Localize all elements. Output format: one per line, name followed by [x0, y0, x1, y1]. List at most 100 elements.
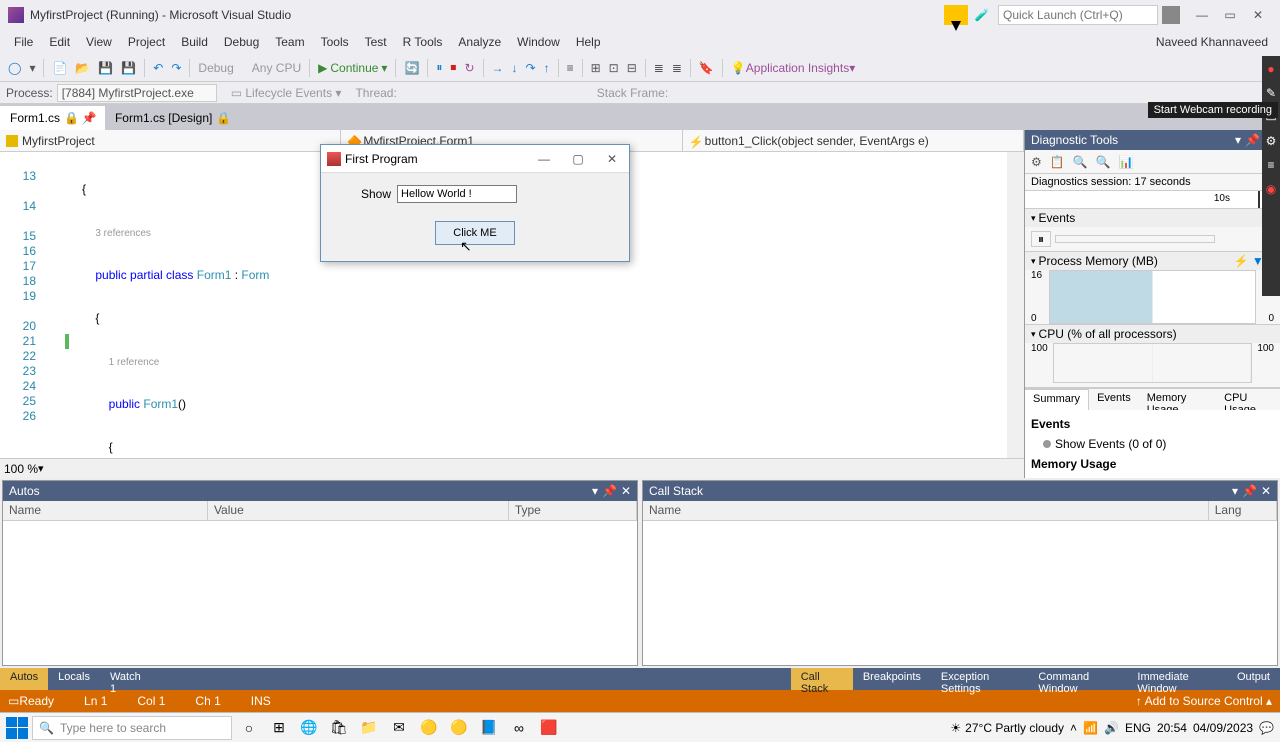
- tray-date[interactable]: 04/09/2023: [1193, 721, 1253, 735]
- diag-tab-cpu[interactable]: CPU Usage: [1216, 389, 1280, 410]
- stop-button[interactable]: ⏹: [446, 60, 460, 75]
- diag-dropdown-icon[interactable]: ▾: [1235, 133, 1241, 147]
- tray-network-icon[interactable]: 📶: [1083, 721, 1098, 735]
- autos-col-name[interactable]: Name: [3, 501, 208, 520]
- save-button[interactable]: 💾: [94, 61, 117, 75]
- bookmark-button[interactable]: 🔖: [695, 61, 718, 75]
- cpu-chart[interactable]: 100100: [1031, 343, 1274, 383]
- menu-project[interactable]: Project: [120, 35, 173, 49]
- diag-tab-summary[interactable]: Summary: [1025, 389, 1089, 410]
- vs-taskbar-icon[interactable]: ∞: [506, 716, 532, 740]
- txtname-input[interactable]: [397, 185, 517, 203]
- nav-fwd-button[interactable]: ▾: [25, 61, 39, 75]
- notification-flag-icon[interactable]: [944, 5, 968, 25]
- menu-test[interactable]: Test: [357, 35, 395, 49]
- config-dropdown[interactable]: Debug: [194, 61, 237, 75]
- tab-form1-design[interactable]: Form1.cs [Design] 🔒: [105, 106, 241, 130]
- dialog-maximize-button[interactable]: ▢: [567, 152, 589, 166]
- sidebar-icon-4[interactable]: ≡: [1264, 158, 1278, 172]
- save-all-button[interactable]: 💾: [117, 61, 140, 75]
- menu-analyze[interactable]: Analyze: [450, 35, 509, 49]
- first-program-dialog[interactable]: First Program — ▢ ✕ Show Click ME: [320, 144, 630, 262]
- autos-pin-icon[interactable]: 📌: [602, 484, 617, 498]
- app-icon[interactable]: 📘: [476, 716, 502, 740]
- step-over-button[interactable]: ↷: [522, 61, 540, 75]
- redo-button[interactable]: ↷: [167, 61, 185, 75]
- menu-debug[interactable]: Debug: [216, 35, 267, 49]
- browser-link-button[interactable]: 🔄: [400, 61, 423, 75]
- menu-view[interactable]: View: [78, 35, 120, 49]
- autos-dropdown-icon[interactable]: ▾: [592, 484, 598, 498]
- tab-callstack[interactable]: Call Stack: [791, 668, 853, 690]
- pin-icon[interactable]: 📌: [83, 112, 95, 124]
- tab-output[interactable]: Output: [1227, 668, 1280, 690]
- dialog-close-button[interactable]: ✕: [601, 152, 623, 166]
- zoom-dropdown[interactable]: 100 % ▾: [0, 458, 1024, 478]
- signed-in-user[interactable]: Naveed Khannaveed: [1156, 35, 1274, 49]
- add-to-source-control[interactable]: ↑ Add to Source Control ▴: [1136, 694, 1272, 708]
- autos-col-type[interactable]: Type: [509, 501, 637, 520]
- webcam-record-icon[interactable]: ◉: [1264, 182, 1278, 196]
- diag-timeline[interactable]: 10s: [1025, 191, 1280, 209]
- notifications-icon[interactable]: 💬: [1259, 721, 1274, 735]
- tab-form1-cs[interactable]: Form1.cs 🔒 📌: [0, 106, 105, 130]
- project-nav-dropdown[interactable]: MyfirstProject: [0, 130, 341, 151]
- diag-pin-icon[interactable]: 📌: [1245, 133, 1260, 147]
- tab-watch1[interactable]: Watch 1: [100, 668, 151, 690]
- sidebar-icon-1[interactable]: ✎: [1264, 86, 1278, 100]
- user-profile-icon[interactable]: [1162, 6, 1180, 24]
- diag-select-tools-icon[interactable]: 📋: [1050, 155, 1065, 169]
- feedback-icon[interactable]: 🧪: [972, 8, 992, 22]
- store-icon[interactable]: 🛍: [326, 716, 352, 740]
- diag-tab-events[interactable]: Events: [1089, 389, 1139, 410]
- sidebar-icon-3[interactable]: ⚙: [1264, 134, 1278, 148]
- toolbar-btn-c[interactable]: ⊟: [623, 61, 641, 75]
- diag-reset-view-icon[interactable]: 📊: [1119, 155, 1134, 169]
- tab-exception-settings[interactable]: Exception Settings: [931, 668, 1028, 690]
- quick-launch-input[interactable]: [998, 5, 1158, 25]
- toolbar-btn-a[interactable]: ⊞: [587, 61, 605, 75]
- step-into-button[interactable]: ↓: [508, 61, 522, 75]
- show-events-link[interactable]: Show Events (0 of 0): [1029, 434, 1276, 454]
- dialog-minimize-button[interactable]: —: [533, 152, 555, 166]
- menu-file[interactable]: File: [6, 35, 41, 49]
- weather-widget[interactable]: ☀ 27°C Partly cloudy: [950, 721, 1064, 735]
- diag-settings-icon[interactable]: ⚙: [1031, 155, 1042, 169]
- uncomment-button[interactable]: ≣: [668, 61, 686, 75]
- close-button[interactable]: ✕: [1244, 8, 1272, 22]
- show-next-statement-button[interactable]: →: [488, 61, 508, 75]
- open-button[interactable]: 📂: [71, 61, 94, 75]
- record-icon[interactable]: ●: [1264, 62, 1278, 76]
- nav-back-button[interactable]: ◯: [4, 61, 25, 75]
- tab-locals[interactable]: Locals: [48, 668, 100, 690]
- tab-command-window[interactable]: Command Window: [1028, 668, 1127, 690]
- comment-button[interactable]: ≣: [650, 61, 668, 75]
- click-me-button[interactable]: Click ME: [435, 221, 515, 245]
- tab-breakpoints[interactable]: Breakpoints: [853, 668, 931, 690]
- continue-button[interactable]: ▶ Continue ▾: [314, 61, 391, 75]
- restore-button[interactable]: ▭: [1216, 8, 1244, 22]
- running-app-icon[interactable]: 🟥: [536, 716, 562, 740]
- callstack-close-icon[interactable]: ✕: [1261, 484, 1271, 498]
- tray-chevron-icon[interactable]: ˄: [1070, 721, 1077, 735]
- tray-time[interactable]: 20:54: [1157, 721, 1187, 735]
- vertical-scrollbar[interactable]: [1007, 152, 1024, 458]
- autos-col-value[interactable]: Value: [208, 501, 509, 520]
- menu-help[interactable]: Help: [568, 35, 609, 49]
- taskview-icon[interactable]: ⊞: [266, 716, 292, 740]
- tab-immediate-window[interactable]: Immediate Window: [1127, 668, 1227, 690]
- menu-window[interactable]: Window: [509, 35, 568, 49]
- menu-build[interactable]: Build: [173, 35, 216, 49]
- tab-autos[interactable]: Autos: [0, 668, 48, 690]
- pause-button[interactable]: ⏸: [432, 60, 446, 75]
- menu-rtools[interactable]: R Tools: [395, 35, 451, 49]
- tray-volume-icon[interactable]: 🔊: [1104, 721, 1119, 735]
- diag-zoom-in-icon[interactable]: 🔍: [1073, 155, 1088, 169]
- diag-tab-memory[interactable]: Memory Usage: [1139, 389, 1216, 410]
- platform-dropdown[interactable]: Any CPU: [248, 61, 305, 75]
- autos-close-icon[interactable]: ✕: [621, 484, 631, 498]
- tray-lang-icon[interactable]: ENG: [1125, 721, 1151, 735]
- intellitrace-events-button[interactable]: ≡: [563, 61, 578, 75]
- callstack-dropdown-icon[interactable]: ▾: [1232, 484, 1238, 498]
- lifecycle-events-dropdown[interactable]: ▭ Lifecycle Events ▾: [231, 86, 342, 100]
